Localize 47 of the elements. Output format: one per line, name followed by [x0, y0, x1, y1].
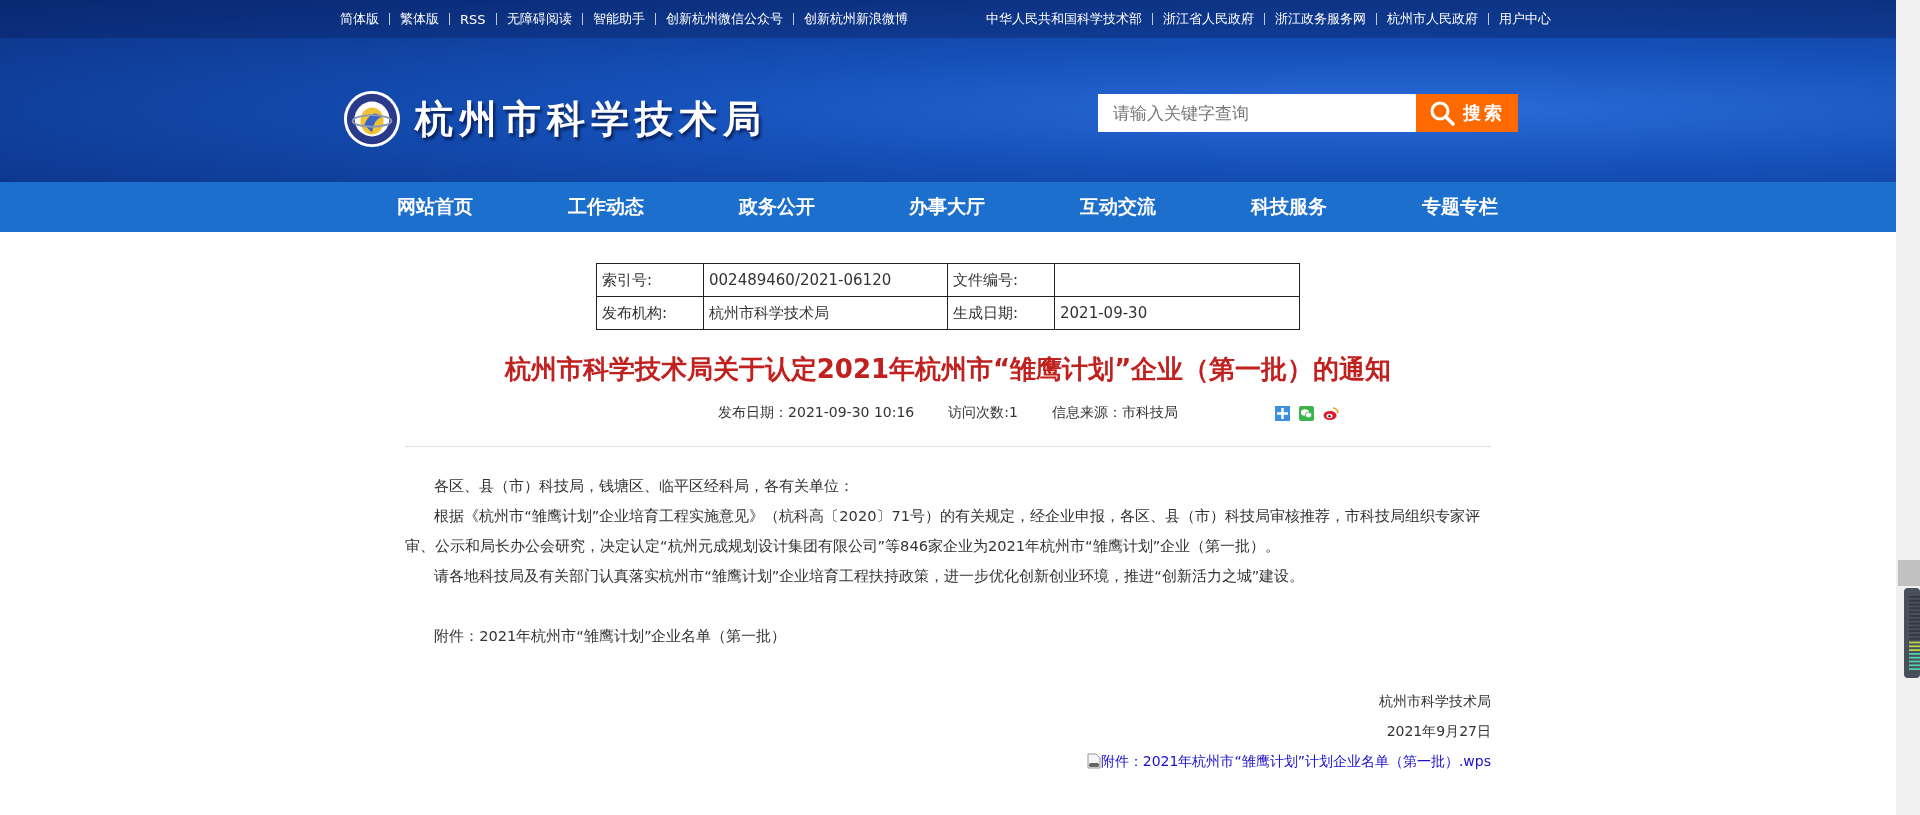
- emblem-logo: [343, 90, 401, 148]
- nav-item[interactable]: 科技服务: [1251, 194, 1328, 220]
- article-meta: 信息来源：市科技局: [1051, 404, 1178, 422]
- scrollbar-thumb[interactable]: [1898, 560, 1920, 586]
- attachment-link[interactable]: 附件：2021年杭州市“雏鹰计划”计划企业名单（第一批）.wps: [1086, 746, 1491, 776]
- top-link[interactable]: 创新杭州微信公众号: [665, 10, 783, 28]
- top-link[interactable]: 简体版: [340, 10, 379, 28]
- table-cell: 002489460/2021-06120: [703, 263, 948, 297]
- body-paragraph: 各区、县（市）科技局，钱塘区、临平区经科局，各有关单位：: [433, 476, 856, 496]
- plus-share-icon[interactable]: [1275, 405, 1290, 421]
- body-paragraph: 根据《杭州市“雏鹰计划”企业培育工程实施意见》（杭科高〔2020〕71号）的有关规定，经企业申报，各区、县（市）科技局审核推荐，市科技局组织专家评审、公示和局长办公会研究，决定认定“杭州元成规划设计集团有限公司”等846家企业为2021年杭州市“雏鹰计划”企业（第一批）。: [405, 506, 1482, 556]
- search-field[interactable]: 请输入关键字查询: [1098, 94, 1416, 132]
- file-icon: [1086, 753, 1101, 769]
- top-link[interactable]: 浙江省人民政府: [1163, 10, 1254, 28]
- wechat-share-icon[interactable]: [1299, 405, 1314, 421]
- attachment-note: 附件：2021年杭州市“雏鹰计划”企业名单（第一批）: [433, 626, 788, 646]
- nav-item[interactable]: 办事大厅: [909, 194, 986, 220]
- search-icon: [1429, 100, 1455, 126]
- site-title: 杭州市科学技术局: [415, 95, 767, 143]
- body-paragraph: 请各地科技局及有关部门认真落实杭州市“雏鹰计划”企业培育工程扶持政策，进一步优化创新创业环境，推进“创新活力之城”建设。: [433, 566, 1306, 586]
- top-link[interactable]: 杭州市人民政府: [1387, 10, 1478, 28]
- issue-date: 2021年9月27日: [1385, 722, 1491, 741]
- article-meta: 访问次数:1: [948, 404, 1018, 422]
- nav-item[interactable]: 互动交流: [1080, 194, 1157, 220]
- top-link[interactable]: 浙江政务服务网: [1275, 10, 1366, 28]
- nav-item[interactable]: 专题专栏: [1421, 194, 1498, 220]
- nav-item[interactable]: 政务公开: [738, 194, 815, 220]
- table-cell: 杭州市科学技术局: [703, 296, 948, 330]
- nav-item[interactable]: 工作动态: [567, 194, 644, 220]
- top-link[interactable]: 智能助手: [592, 10, 645, 28]
- scrollbar[interactable]: [1896, 0, 1920, 815]
- nav-item[interactable]: 网站首页: [397, 194, 473, 220]
- top-link[interactable]: 创新杭州新浪微博: [803, 10, 908, 28]
- top-link[interactable]: RSS: [460, 11, 486, 27]
- table-cell: 生成日期:: [947, 296, 1055, 330]
- article-meta: 发布日期：2021-09-30 10:16: [718, 404, 915, 422]
- table-cell: 发布机构:: [596, 296, 704, 330]
- table-cell: 2021-09-30: [1054, 296, 1300, 330]
- signature: 杭州市科学技术局: [1378, 692, 1491, 711]
- top-link[interactable]: 繁体版: [400, 10, 439, 28]
- table-cell: 文件编号:: [947, 263, 1055, 297]
- table-cell: 索引号:: [596, 263, 704, 297]
- top-link[interactable]: 用户中心: [1499, 10, 1551, 28]
- weibo-share-icon[interactable]: [1323, 405, 1339, 421]
- top-link[interactable]: 中华人民共和国科学技术部: [986, 10, 1142, 28]
- top-link[interactable]: 无障碍阅读: [506, 10, 572, 28]
- article-title: 杭州市科学技术局关于认定2021年杭州市“雏鹰计划”企业（第一批）的通知: [503, 353, 1393, 386]
